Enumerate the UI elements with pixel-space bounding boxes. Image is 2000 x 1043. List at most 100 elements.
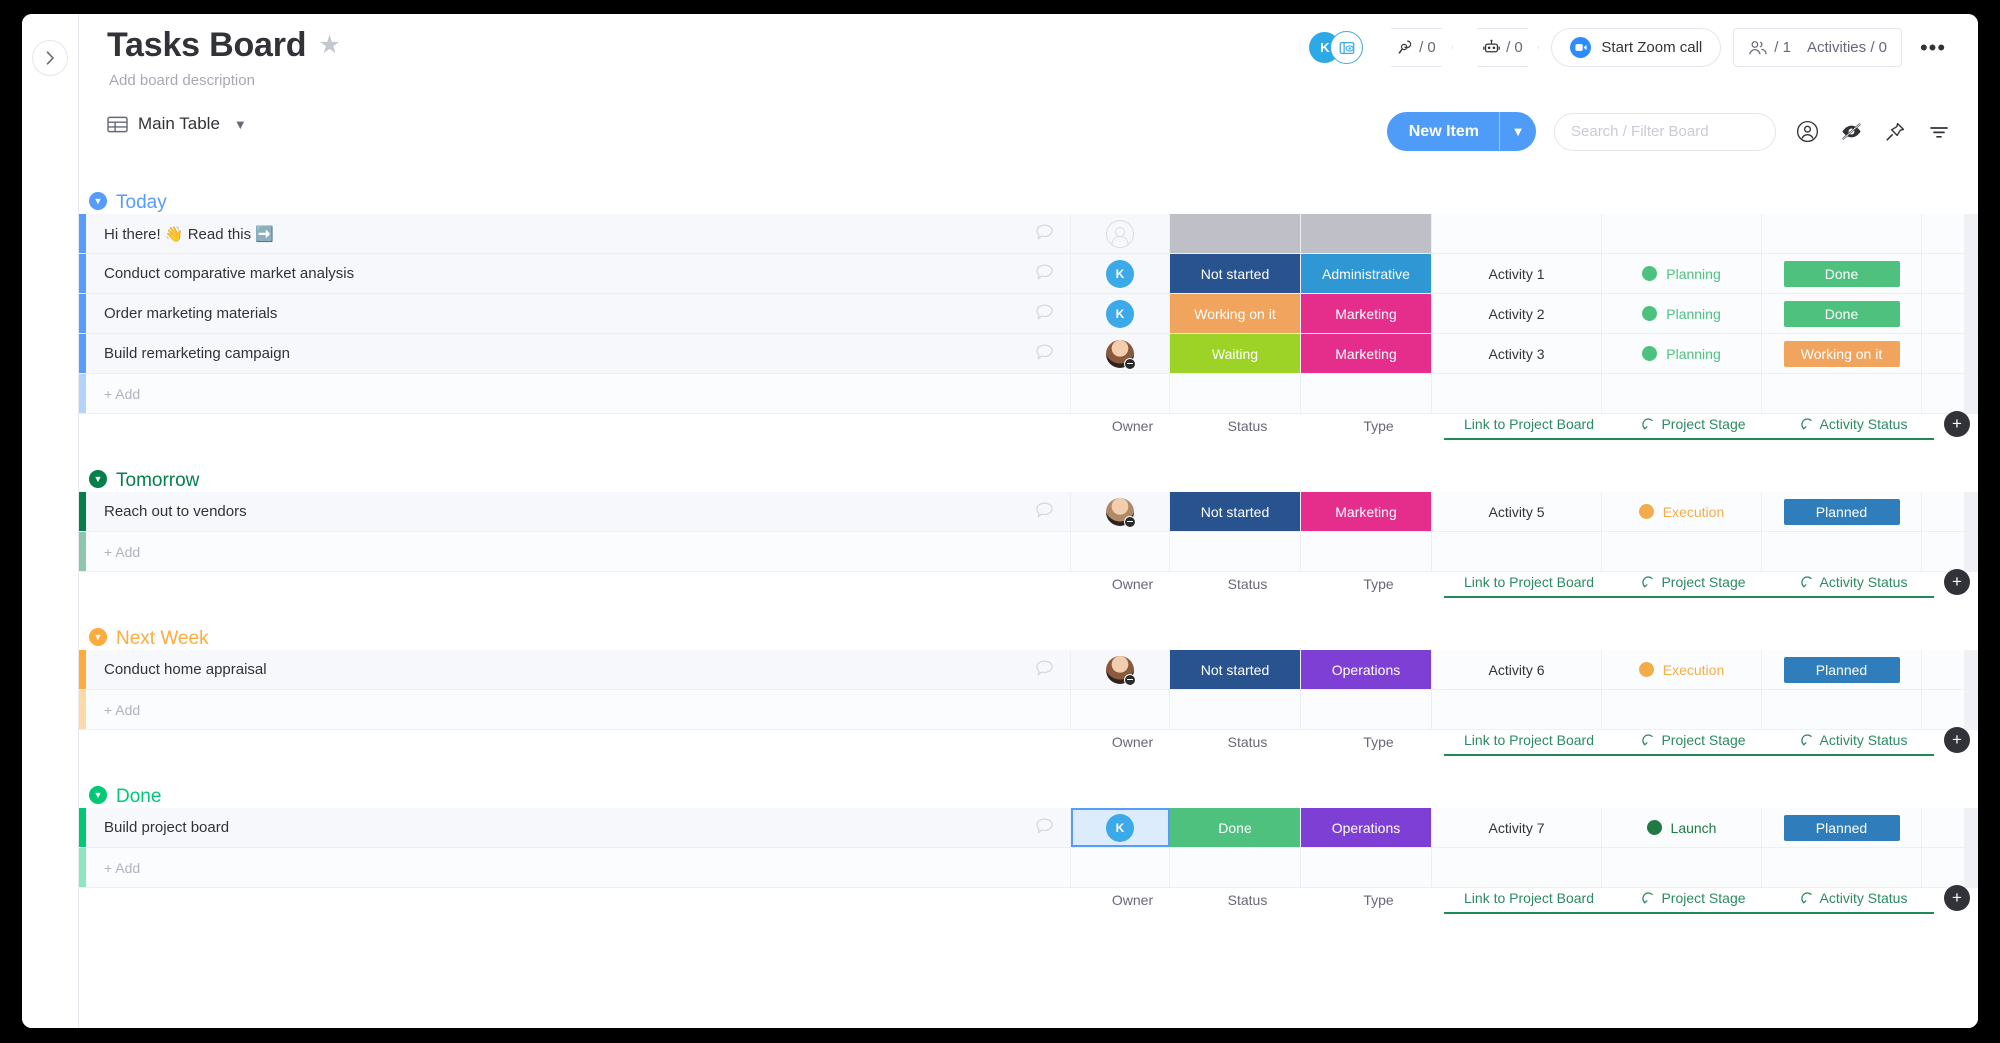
item-name-cell[interactable]: Hi there! 👋 Read this ➡️ xyxy=(86,214,1071,253)
group-title[interactable]: Tomorrow xyxy=(116,470,199,492)
group-collapse-icon[interactable]: ▼ xyxy=(89,786,107,804)
new-item-button[interactable]: New Item ▼ xyxy=(1387,112,1536,151)
horizontal-scrollbar[interactable] xyxy=(1964,848,1978,887)
avatar[interactable] xyxy=(1106,498,1134,526)
comment-icon[interactable] xyxy=(1035,303,1054,324)
filter-sort-button[interactable] xyxy=(1926,119,1952,145)
add-item-label[interactable]: + Add xyxy=(86,374,1071,413)
comment-icon[interactable] xyxy=(1035,817,1054,838)
horizontal-scrollbar[interactable] xyxy=(1964,294,1978,333)
avatar[interactable]: K xyxy=(1106,300,1134,328)
table-row[interactable]: Hi there! 👋 Read this ➡️ xyxy=(79,214,1978,254)
activity-status-cell[interactable]: Planned xyxy=(1762,650,1922,689)
column-header-stage[interactable]: Project Stage xyxy=(1614,574,1774,598)
horizontal-scrollbar[interactable] xyxy=(1964,808,1978,847)
comment-icon[interactable] xyxy=(1035,263,1054,284)
status-cell[interactable]: Working on it xyxy=(1170,294,1301,333)
horizontal-scrollbar[interactable] xyxy=(1964,690,1978,729)
item-name-cell[interactable]: Build remarketing campaign xyxy=(86,334,1071,373)
column-header-link[interactable]: Link to Project Board xyxy=(1444,732,1614,756)
project-stage-cell[interactable]: Planning xyxy=(1602,294,1762,333)
group-collapse-icon[interactable]: ▼ xyxy=(89,628,107,646)
add-column-button[interactable]: + xyxy=(1944,569,1970,595)
column-header-link[interactable]: Link to Project Board xyxy=(1444,416,1614,440)
comment-icon[interactable] xyxy=(1035,343,1054,364)
avatar-empty[interactable] xyxy=(1106,220,1134,248)
link-to-project-board-cell[interactable]: Activity 5 xyxy=(1432,492,1602,531)
activity-status-cell[interactable]: Done xyxy=(1762,254,1922,293)
activity-status-cell[interactable]: Planned xyxy=(1762,808,1922,847)
column-header-status[interactable]: Status xyxy=(1182,892,1313,914)
owner-cell[interactable]: K xyxy=(1071,294,1170,333)
column-header-type[interactable]: Type xyxy=(1313,576,1444,598)
owner-cell[interactable] xyxy=(1071,492,1170,531)
status-cell[interactable]: Not started xyxy=(1170,650,1301,689)
status-cell[interactable]: Done xyxy=(1170,808,1301,847)
column-header-activity-status[interactable]: Activity Status xyxy=(1774,890,1934,914)
horizontal-scrollbar[interactable] xyxy=(1964,374,1978,413)
add-item-row[interactable]: + Add xyxy=(79,848,1978,888)
link-to-project-board-cell[interactable]: Activity 1 xyxy=(1432,254,1602,293)
project-stage-cell[interactable] xyxy=(1602,214,1762,253)
person-filter-button[interactable] xyxy=(1794,119,1820,145)
board-members-avatars[interactable]: K xyxy=(1309,31,1363,64)
group-title[interactable]: Done xyxy=(116,786,161,808)
horizontal-scrollbar[interactable] xyxy=(1964,214,1978,253)
star-icon[interactable]: ★ xyxy=(318,33,340,58)
activities-button[interactable]: Activities / 0 xyxy=(1807,39,1887,56)
owner-cell[interactable] xyxy=(1071,214,1170,253)
owner-cell[interactable] xyxy=(1071,650,1170,689)
table-row[interactable]: Order marketing materialsKWorking on itM… xyxy=(79,294,1978,334)
table-row[interactable]: Conduct home appraisalNot startedOperati… xyxy=(79,650,1978,690)
project-stage-cell[interactable]: Execution xyxy=(1602,650,1762,689)
more-options-button[interactable]: ••• xyxy=(1914,31,1952,65)
start-zoom-call-button[interactable]: Start Zoom call xyxy=(1551,28,1721,67)
add-column-button[interactable]: + xyxy=(1944,885,1970,911)
status-cell[interactable] xyxy=(1170,214,1301,253)
owner-cell[interactable]: K xyxy=(1071,808,1170,847)
status-cell[interactable]: Waiting xyxy=(1170,334,1301,373)
column-header-type[interactable]: Type xyxy=(1313,418,1444,440)
avatar[interactable] xyxy=(1106,340,1134,368)
table-row[interactable]: Reach out to vendorsNot startedMarketing… xyxy=(79,492,1978,532)
hide-columns-button[interactable] xyxy=(1838,119,1864,145)
project-stage-cell[interactable]: Planning xyxy=(1602,334,1762,373)
table-row[interactable]: Build project boardKDoneOperationsActivi… xyxy=(79,808,1978,848)
column-header-owner[interactable]: Owner xyxy=(1083,734,1182,756)
table-row[interactable]: Build remarketing campaign WaitingMarketi… xyxy=(79,334,1978,374)
add-column-button[interactable]: + xyxy=(1944,411,1970,437)
board-view-icon[interactable] xyxy=(1330,31,1363,64)
activity-status-cell[interactable]: Planned xyxy=(1762,492,1922,531)
type-cell[interactable]: Operations xyxy=(1301,650,1432,689)
comment-icon[interactable] xyxy=(1035,223,1054,244)
comment-icon[interactable] xyxy=(1035,659,1054,680)
members-activities-group[interactable]: / 1 Activities / 0 xyxy=(1733,28,1902,67)
add-item-label[interactable]: + Add xyxy=(86,532,1071,571)
item-name-cell[interactable]: Build project board xyxy=(86,808,1071,847)
horizontal-scrollbar[interactable] xyxy=(1964,532,1978,571)
search-input[interactable] xyxy=(1554,113,1776,151)
column-header-status[interactable]: Status xyxy=(1182,418,1313,440)
column-header-type[interactable]: Type xyxy=(1313,734,1444,756)
column-header-link[interactable]: Link to Project Board xyxy=(1444,890,1614,914)
board-description-placeholder[interactable]: Add board description xyxy=(109,72,255,89)
avatar[interactable]: K xyxy=(1106,260,1134,288)
horizontal-scrollbar[interactable] xyxy=(1964,492,1978,531)
link-to-project-board-cell[interactable]: Activity 6 xyxy=(1432,650,1602,689)
status-cell[interactable]: Not started xyxy=(1170,254,1301,293)
activity-status-cell[interactable]: Done xyxy=(1762,294,1922,333)
group-collapse-icon[interactable]: ▼ xyxy=(89,192,107,210)
column-header-stage[interactable]: Project Stage xyxy=(1614,890,1774,914)
add-item-row[interactable]: + Add xyxy=(79,532,1978,572)
column-header-link[interactable]: Link to Project Board xyxy=(1444,574,1614,598)
column-header-owner[interactable]: Owner xyxy=(1083,418,1182,440)
avatar[interactable] xyxy=(1106,656,1134,684)
status-cell[interactable]: Not started xyxy=(1170,492,1301,531)
item-name-cell[interactable]: Conduct comparative market analysis xyxy=(86,254,1071,293)
type-cell[interactable]: Marketing xyxy=(1301,334,1432,373)
group-title[interactable]: Today xyxy=(116,192,167,214)
item-name-cell[interactable]: Reach out to vendors xyxy=(86,492,1071,531)
chevron-down-icon[interactable]: ▼ xyxy=(234,117,247,132)
horizontal-scrollbar[interactable] xyxy=(1964,334,1978,373)
column-header-stage[interactable]: Project Stage xyxy=(1614,732,1774,756)
